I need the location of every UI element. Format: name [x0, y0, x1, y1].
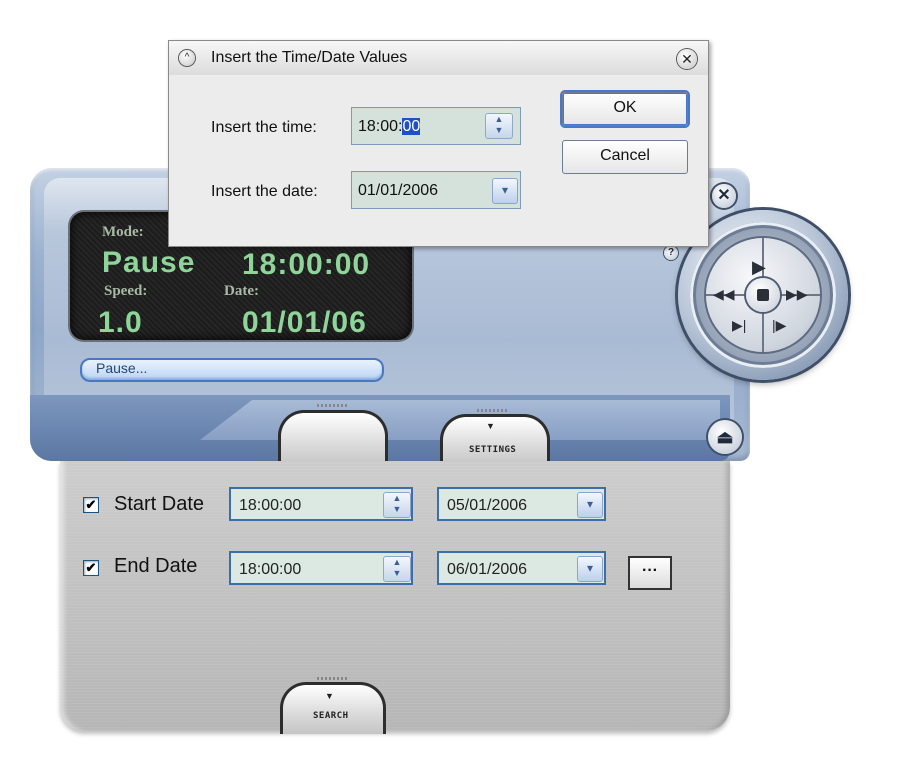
spin-up-icon[interactable]: ▲ [384, 493, 410, 504]
step-back-icon[interactable]: ▶| [732, 318, 746, 332]
date-display: 01/01/06 [242, 306, 367, 339]
time-spinner[interactable]: ▲ ▼ [485, 113, 513, 139]
time-label: Insert the time: [211, 119, 317, 136]
tab-search[interactable]: ▼ SEARCH [280, 677, 386, 734]
start-time-spinner[interactable]: ▲ ▼ [383, 492, 411, 518]
spin-down-icon[interactable]: ▼ [486, 125, 512, 136]
stop-icon [757, 289, 769, 301]
player-close-icon[interactable]: ✕ [712, 184, 736, 208]
tab-blank[interactable] [278, 404, 388, 467]
dialog-title: Insert the Time/Date Values [211, 49, 408, 66]
end-time-spinner[interactable]: ▲ ▼ [383, 556, 411, 582]
collapse-icon[interactable]: ^ [179, 50, 195, 66]
date-label: Date: [224, 283, 259, 299]
play-icon[interactable]: ▶ [752, 258, 766, 276]
time-input-selected: 00 [402, 118, 421, 135]
tab-search-label: SEARCH [313, 711, 349, 721]
time-display: 18:00:00 [242, 248, 371, 281]
chevron-down-icon: ▼ [325, 691, 334, 701]
status-text: Pause... [96, 360, 148, 376]
close-icon[interactable]: ✕ [677, 49, 697, 69]
chevron-down-icon: ▼ [486, 421, 495, 431]
speed-value: 1.0 [98, 306, 143, 339]
more-options-button[interactable]: ··· [628, 556, 672, 590]
tab-grip [317, 677, 349, 680]
end-date-label: End Date [114, 555, 198, 577]
tab-settings[interactable]: ▼ SETTINGS [440, 409, 550, 467]
rewind-icon[interactable]: ◀◀ [713, 287, 735, 301]
spin-up-icon[interactable]: ▲ [486, 114, 512, 125]
mode-label: Mode: [102, 224, 144, 240]
spin-down-icon[interactable]: ▼ [384, 568, 410, 579]
insert-time-date-dialog: ^ Insert the Time/Date Values ✕ Insert t… [168, 40, 709, 247]
eject-icon[interactable]: ⏏ [708, 420, 742, 454]
chevron-down-icon[interactable]: ▾ [492, 178, 518, 204]
speed-label: Speed: [104, 283, 148, 299]
start-date-label: Start Date [114, 493, 205, 515]
time-input-value: 18:00: [358, 118, 403, 135]
fast-forward-icon[interactable]: ▶▶ [786, 287, 808, 301]
spin-down-icon[interactable]: ▼ [384, 504, 410, 515]
cancel-button[interactable]: Cancel [562, 140, 688, 174]
chevron-down-icon[interactable]: ▾ [577, 492, 603, 518]
start-date-checkbox[interactable]: ✔ [83, 497, 99, 513]
tab-grip [477, 409, 509, 412]
tab-grip [317, 404, 349, 407]
mode-value: Pause [102, 246, 196, 279]
help-icon[interactable]: ? [664, 246, 678, 260]
end-date-checkbox[interactable]: ✔ [83, 560, 99, 576]
ok-button[interactable]: OK [562, 92, 688, 126]
tab-settings-label: SETTINGS [469, 445, 517, 455]
chevron-down-icon[interactable]: ▾ [577, 556, 603, 582]
spin-up-icon[interactable]: ▲ [384, 557, 410, 568]
step-forward-icon[interactable]: |▶ [772, 318, 786, 332]
date-label: Insert the date: [211, 183, 318, 200]
